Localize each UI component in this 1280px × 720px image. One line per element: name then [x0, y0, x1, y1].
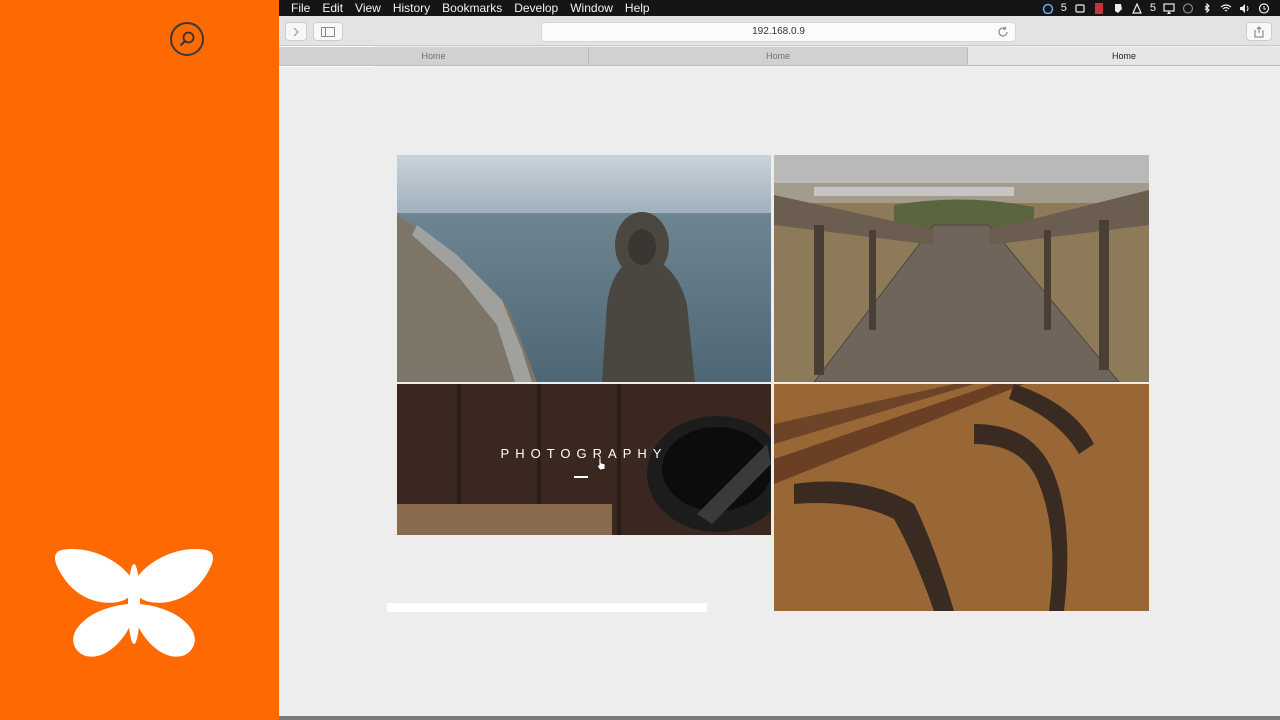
- share-button[interactable]: [1246, 22, 1272, 41]
- menu-view[interactable]: View: [349, 0, 387, 16]
- butterfly-logo-icon: [55, 549, 213, 657]
- gallery-tile-photography[interactable]: PHOTOGRAPHY: [397, 384, 771, 535]
- menu-history[interactable]: History: [387, 0, 436, 16]
- gallery-photo-boardwalk[interactable]: [774, 155, 1149, 382]
- tab-home-3-active[interactable]: Home: [968, 47, 1280, 65]
- reload-icon[interactable]: [997, 26, 1009, 38]
- menu-help[interactable]: Help: [619, 0, 656, 16]
- brand-panel: [0, 0, 279, 720]
- gallery-photo-bench[interactable]: [774, 384, 1149, 611]
- tray-badge-count-2: 5: [1149, 2, 1156, 14]
- bench-photo-image: [774, 384, 1149, 611]
- sidebar-icon: [321, 26, 335, 37]
- bluetooth-icon[interactable]: [1201, 2, 1213, 14]
- adobe-icon[interactable]: [1131, 2, 1143, 14]
- search-icon: [179, 31, 195, 47]
- boardwalk-photo-image: [774, 155, 1149, 382]
- wifi-icon[interactable]: [1220, 3, 1232, 14]
- window-bottom-edge: [279, 716, 1280, 720]
- search-tile-ledge: [387, 603, 707, 612]
- chevron-right-icon: [293, 27, 299, 36]
- photography-underline: [574, 476, 588, 478]
- clock-icon[interactable]: [1258, 2, 1270, 14]
- search-button[interactable]: [170, 22, 204, 56]
- menu-file[interactable]: File: [279, 0, 316, 16]
- menu-bar: File Edit View History Bookmarks Develop…: [279, 0, 1280, 16]
- evernote-icon[interactable]: [1112, 3, 1124, 14]
- volume-icon[interactable]: [1239, 3, 1251, 14]
- gallery-photo-sea[interactable]: [397, 155, 771, 382]
- forward-button[interactable]: [285, 22, 307, 41]
- tab-bar: Home Home Home: [279, 47, 1280, 66]
- address-bar[interactable]: 192.168.0.9: [541, 22, 1016, 42]
- tab-home-1[interactable]: Home: [279, 47, 589, 65]
- sea-photo-image: [397, 155, 771, 382]
- menu-window[interactable]: Window: [564, 0, 619, 16]
- hand-cursor-icon: [596, 457, 606, 471]
- status-tray: 5 5: [1042, 0, 1280, 16]
- tray-badge-count: 5: [1060, 2, 1067, 14]
- sync-icon[interactable]: [1074, 3, 1086, 14]
- battery-icon[interactable]: [1093, 2, 1105, 14]
- menu-develop[interactable]: Develop: [508, 0, 564, 16]
- tab-home-2[interactable]: Home: [589, 47, 968, 65]
- airplay-icon[interactable]: [1163, 2, 1175, 14]
- photography-label: PHOTOGRAPHY: [500, 446, 668, 461]
- share-icon: [1254, 25, 1264, 37]
- time-machine-icon[interactable]: [1182, 2, 1194, 14]
- menu-bookmarks[interactable]: Bookmarks: [436, 0, 508, 16]
- creative-cloud-icon[interactable]: [1042, 3, 1054, 14]
- menu-edit[interactable]: Edit: [316, 0, 349, 16]
- address-url: 192.168.0.9: [752, 26, 805, 37]
- sidebar-toggle-button[interactable]: [313, 22, 343, 41]
- browser-toolbar: 192.168.0.9: [279, 16, 1280, 46]
